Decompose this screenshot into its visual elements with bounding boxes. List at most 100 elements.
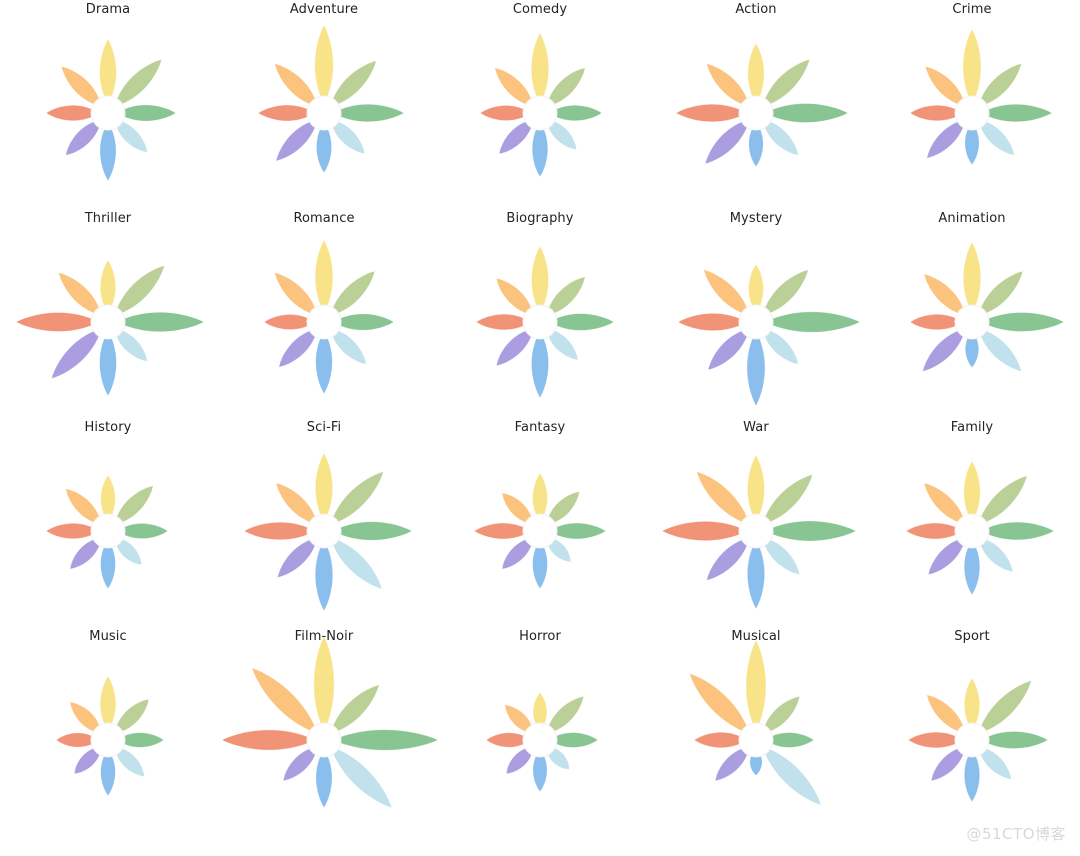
petal-attr-7-salmon (486, 732, 532, 748)
petal-attr-8-orange (276, 483, 318, 525)
glyph-center-circle (954, 513, 990, 549)
petal-group (676, 43, 848, 167)
flower-glyph-crime (910, 29, 1052, 165)
petal-attr-1-yellow (533, 692, 547, 732)
glyph-cell[interactable]: Biography (432, 209, 648, 418)
petal-attr-7-salmon (16, 312, 100, 332)
glyph-cell[interactable]: Musical (648, 627, 864, 836)
petal-group (486, 692, 598, 792)
glyph-container (864, 227, 1080, 417)
flower-glyph-biography (476, 246, 614, 398)
petal-attr-7-salmon (910, 314, 964, 330)
petal-attr-7-salmon (480, 105, 532, 121)
petal-attr-3-green (116, 732, 164, 748)
petal-attr-6-purple (502, 537, 534, 569)
petal-attr-2-olive (330, 60, 377, 107)
petal-attr-1-yellow (746, 640, 766, 732)
petal-group (56, 676, 164, 796)
petal-attr-2-olive (113, 265, 165, 317)
glyph-cell[interactable]: Fantasy (432, 418, 648, 627)
petal-attr-2-olive (546, 491, 580, 525)
glyph-cell[interactable]: Action (648, 0, 864, 209)
glyph-center-circle (90, 722, 126, 758)
petal-attr-8-orange (926, 694, 966, 734)
glyph-cell[interactable]: Sci-Fi (216, 418, 432, 627)
petal-attr-5-blue (100, 539, 116, 589)
glyph-container (0, 436, 216, 626)
flower-glyph-film-noir (222, 636, 438, 808)
petal-attr-7-salmon (694, 732, 748, 748)
petal-attr-4-pale-cyan (546, 119, 577, 150)
petal-attr-3-green (116, 105, 176, 121)
glyph-cell[interactable]: Crime (864, 0, 1080, 209)
petal-attr-8-orange (274, 272, 318, 316)
glyph-center-circle (738, 304, 774, 340)
glyph-cell[interactable]: Adventure (216, 0, 432, 209)
glyph-container (216, 636, 438, 835)
petal-attr-8-orange (70, 702, 102, 734)
glyph-cell[interactable]: Horror (432, 627, 648, 836)
small-multiples-grid: Drama Adventure Comedy Action Crime Thriller R… (0, 0, 1080, 836)
petal-attr-2-olive (546, 276, 586, 316)
glyph-title-biography: Biography (506, 211, 574, 226)
glyph-cell[interactable]: History (0, 418, 216, 627)
petal-attr-2-olive (762, 696, 800, 734)
petal-group (910, 29, 1052, 165)
glyph-title-adventure: Adventure (289, 2, 359, 17)
petal-attr-3-green (548, 732, 598, 748)
petal-attr-8-orange (924, 274, 966, 316)
petal-attr-8-orange (65, 488, 102, 525)
petal-attr-4-pale-cyan (546, 746, 570, 770)
flower-glyph-animation (910, 242, 1064, 372)
glyph-center-circle (954, 304, 990, 340)
glyph-cell[interactable]: Music (0, 627, 216, 836)
glyph-container (432, 436, 648, 626)
petal-attr-3-green (764, 521, 856, 541)
petal-attr-5-blue (532, 539, 548, 589)
petal-attr-4-pale-cyan (114, 746, 145, 777)
glyph-cell[interactable]: Romance (216, 209, 432, 418)
glyph-cell[interactable]: Drama (0, 0, 216, 209)
glyph-cell[interactable]: War (648, 418, 864, 627)
petal-group (258, 25, 404, 173)
petal-attr-5-blue (964, 121, 980, 165)
flower-glyph-comedy (480, 33, 602, 177)
glyph-cell[interactable]: Thriller (0, 209, 216, 418)
petal-attr-5-blue (315, 330, 333, 394)
petal-attr-8-orange (706, 63, 750, 107)
petal-attr-7-salmon (678, 313, 748, 331)
petal-attr-4-pale-cyan (114, 119, 148, 153)
glyph-container (864, 436, 1080, 626)
glyph-container (432, 645, 648, 835)
petal-attr-6-purple (276, 119, 318, 161)
petal-attr-4-pale-cyan (330, 328, 367, 365)
petal-attr-1-yellow (531, 246, 549, 314)
glyph-title-family: Family (950, 420, 994, 435)
petal-attr-8-orange (496, 278, 534, 316)
petal-attr-8-orange (696, 471, 751, 526)
petal-attr-8-orange (924, 483, 966, 525)
glyph-cell[interactable]: Animation (864, 209, 1080, 418)
petal-attr-1-yellow (100, 260, 116, 314)
petal-attr-1-yellow (99, 39, 117, 105)
petal-group (662, 455, 856, 609)
glyph-cell[interactable]: Family (864, 418, 1080, 627)
glyph-cell[interactable]: Comedy (432, 0, 648, 209)
petal-attr-6-purple (705, 119, 750, 164)
petal-group (222, 636, 438, 808)
flower-glyph-adventure (258, 25, 404, 173)
glyph-title-thriller: Thriller (84, 211, 132, 226)
petal-attr-8-orange (274, 63, 318, 107)
glyph-cell[interactable]: Mystery (648, 209, 864, 418)
petal-attr-2-olive (114, 699, 149, 734)
glyph-center-circle (306, 722, 342, 758)
glyph-cell[interactable]: Film-Noir (216, 627, 438, 836)
petal-attr-7-salmon (676, 104, 748, 122)
petal-attr-4-pale-cyan (978, 537, 1013, 572)
glyph-cell[interactable]: Sport (864, 627, 1080, 836)
petal-attr-3-green (548, 105, 602, 121)
petal-attr-4-pale-cyan (762, 537, 800, 575)
petal-attr-5-blue (747, 539, 765, 609)
flower-glyph-sci-fi (244, 453, 412, 611)
glyph-title-sci-fi: Sci-Fi (306, 420, 342, 435)
